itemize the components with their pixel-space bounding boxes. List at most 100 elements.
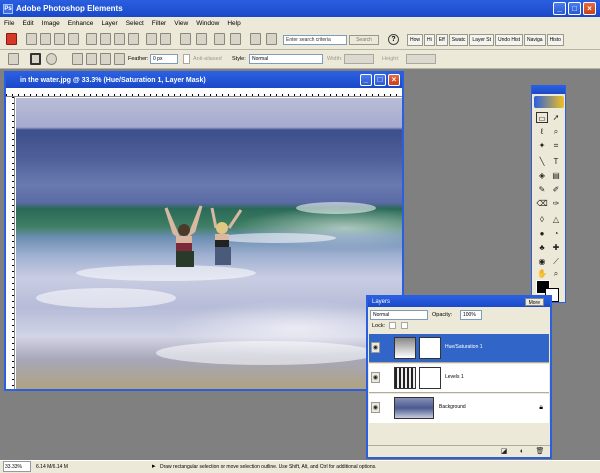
palette-tab-undo-history[interactable]: Undo Hist (495, 34, 523, 46)
antialias-checkbox[interactable] (183, 54, 190, 64)
eye-icon[interactable]: ◉ (371, 342, 380, 353)
paint-bucket-icon[interactable]: ◈ (536, 170, 548, 181)
intersect-selection-icon[interactable] (114, 53, 125, 65)
menu-file[interactable]: File (4, 20, 14, 27)
sharpen-tool-icon[interactable]: △ (550, 214, 562, 225)
zoom-tool-icon[interactable]: ⌕ (550, 126, 562, 137)
print-package-icon[interactable] (196, 33, 207, 45)
status-bar: 33.33% 6.14 M/6.14 M ▸ Draw rectangular … (0, 460, 600, 473)
new-file-icon[interactable] (26, 33, 37, 45)
eye-icon[interactable]: ◉ (371, 402, 380, 413)
doc-maximize-icon[interactable]: □ (374, 74, 386, 86)
status-arrow-icon[interactable]: ▸ (152, 461, 156, 473)
help-icon[interactable]: ? (388, 34, 399, 45)
palette-tab-how-to[interactable]: How (407, 34, 424, 46)
healing-brush-icon[interactable]: ✚ (550, 242, 562, 253)
style-select[interactable]: Normal (249, 54, 323, 64)
gradient-tool-icon[interactable]: ▤ (550, 170, 562, 181)
print-preview-icon[interactable] (114, 33, 125, 45)
import-icon[interactable] (68, 33, 79, 45)
palette-tab-effects[interactable]: Eff (435, 34, 448, 46)
new-layer-icon[interactable]: ◪ (498, 446, 510, 457)
palette-tab-swatches[interactable]: Swatc (448, 34, 469, 46)
add-selection-icon[interactable] (86, 53, 97, 65)
layer-row[interactable]: ◉ Hue/Saturation 1 (369, 334, 549, 363)
selection-brush-icon[interactable]: ╲ (536, 156, 548, 167)
search-input[interactable]: Enter search criteria (283, 35, 347, 45)
print-icon[interactable] (128, 33, 139, 45)
blend-mode-select[interactable]: Normal (370, 310, 428, 320)
menu-select[interactable]: Select (126, 20, 144, 27)
adobe-logo-icon[interactable] (6, 33, 17, 45)
menu-window[interactable]: Window (196, 20, 219, 27)
brush-tool-icon[interactable]: ✎ (536, 184, 548, 195)
lasso-tool-icon[interactable]: ℓ (536, 126, 548, 137)
layer-row[interactable]: ◉ Levels 1 (369, 364, 549, 393)
save-icon[interactable] (86, 33, 97, 45)
open-file-icon[interactable] (40, 33, 51, 45)
blur-tool-icon[interactable]: ◊ (536, 214, 548, 225)
palette-tab-histogram[interactable]: Histo (546, 34, 564, 46)
crop-tool-icon[interactable]: ⌗ (550, 140, 562, 151)
menu-help[interactable]: Help (227, 20, 240, 27)
height-input[interactable] (406, 54, 436, 64)
email-icon[interactable] (160, 33, 171, 45)
opacity-input[interactable]: 100% (460, 310, 482, 320)
search-button[interactable]: Search (349, 35, 379, 45)
zoom-field[interactable]: 33.33% (3, 461, 31, 472)
layer-row[interactable]: ◉ Background 🔒︎ (369, 394, 549, 423)
new-selection-icon[interactable] (72, 53, 83, 65)
eyedropper-icon[interactable]: ⟋ (550, 256, 562, 267)
rect-marquee-icon[interactable] (30, 53, 41, 65)
adjustment-layer-icon[interactable]: ◐ (516, 446, 528, 457)
menu-image[interactable]: Image (42, 20, 60, 27)
dodge-tool-icon[interactable]: ◔ (550, 228, 562, 239)
red-eye-icon[interactable]: ◉ (536, 256, 548, 267)
clone-stamp-icon[interactable]: ♣ (536, 242, 548, 253)
online-services-icon[interactable] (146, 33, 157, 45)
step-backward-icon[interactable] (214, 33, 225, 45)
feather-input[interactable]: 0 px (150, 54, 178, 64)
magic-wand-icon[interactable]: ✦ (536, 140, 548, 151)
doc-minimize-icon[interactable]: _ (360, 74, 372, 86)
hand-tool-icon[interactable]: ✋ (536, 268, 548, 279)
toolbox-header[interactable] (532, 86, 565, 94)
doc-close-icon[interactable]: × (388, 74, 400, 86)
maximize-icon[interactable]: □ (568, 2, 581, 15)
menu-layer[interactable]: Layer (101, 20, 117, 27)
marquee-tool-icon[interactable] (8, 53, 19, 65)
close-icon[interactable]: × (583, 2, 596, 15)
eye-icon[interactable]: ◉ (371, 372, 380, 383)
menu-enhance[interactable]: Enhance (68, 20, 94, 27)
subtract-selection-icon[interactable] (100, 53, 111, 65)
photo-canvas[interactable] (16, 98, 402, 389)
quick-fix-icon[interactable] (250, 33, 261, 45)
palette-tab-layer-styles[interactable]: Layer St (469, 34, 495, 46)
step-forward-icon[interactable] (230, 33, 241, 45)
marquee-tool-icon[interactable]: ▭ (536, 112, 548, 123)
sponge-tool-icon[interactable]: ● (536, 228, 548, 239)
palette-tab-navigator[interactable]: Naviga (523, 34, 546, 46)
attach-icon[interactable] (180, 33, 191, 45)
type-tool-icon[interactable]: T (550, 156, 562, 167)
move-tool-icon[interactable]: ➚ (550, 112, 562, 123)
lock-transparency-checkbox[interactable] (389, 322, 396, 329)
save-web-icon[interactable] (100, 33, 111, 45)
layers-more-button[interactable]: More (524, 298, 544, 306)
menu-view[interactable]: View (174, 20, 188, 27)
zoom-tool-icon-2[interactable]: ⌕ (550, 268, 562, 279)
trash-icon[interactable]: 🗑︎ (534, 446, 546, 457)
menu-filter[interactable]: Filter (152, 20, 166, 27)
layers-tab[interactable]: Layers (368, 297, 550, 307)
minimize-icon[interactable]: _ (553, 2, 566, 15)
lock-all-checkbox[interactable] (401, 322, 408, 329)
menu-edit[interactable]: Edit (22, 20, 33, 27)
impressionist-brush-icon[interactable]: ✑ (550, 198, 562, 209)
eraser-tool-icon[interactable]: ⌫ (536, 198, 548, 209)
ellipse-marquee-icon[interactable] (46, 53, 57, 65)
pencil-tool-icon[interactable]: ✐ (550, 184, 562, 195)
palette-tab-hints[interactable]: Hi (424, 34, 435, 46)
width-input[interactable] (344, 54, 374, 64)
preferences-icon[interactable] (266, 33, 277, 45)
browse-icon[interactable] (54, 33, 65, 45)
